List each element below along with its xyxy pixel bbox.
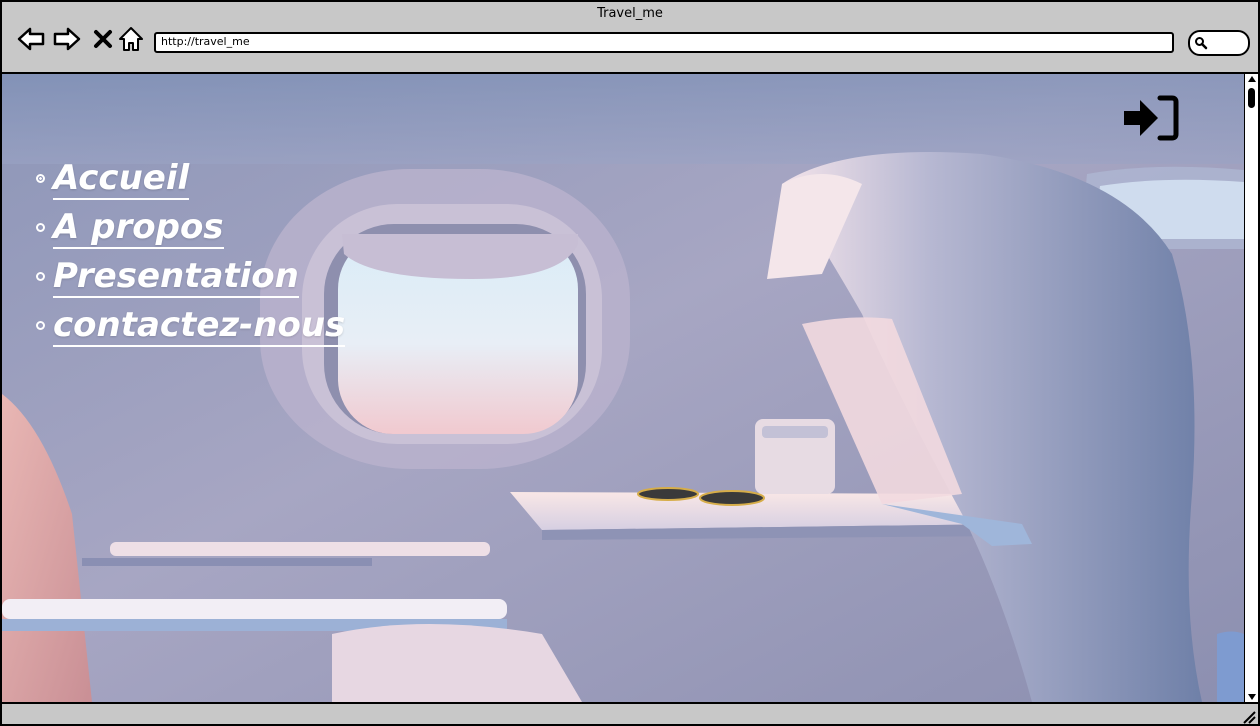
status-bar (2, 702, 1258, 724)
login-button[interactable] (1122, 94, 1180, 146)
stop-button[interactable] (88, 22, 118, 56)
sign-in-icon (1124, 95, 1179, 141)
back-icon (17, 27, 45, 51)
nav-link-accueil[interactable]: Accueil (53, 158, 190, 200)
resize-grip-icon[interactable] (1242, 710, 1256, 724)
scroll-thumb[interactable] (1248, 88, 1255, 108)
nav-item-contactez-nous: contactez-nous (36, 301, 346, 350)
vertical-scrollbar[interactable] (1244, 74, 1258, 702)
browser-titlebar: Travel_me http://travel_me (2, 2, 1258, 74)
nav-link-contactez-nous[interactable]: contactez-nous (53, 305, 346, 347)
radio-bullet-selected[interactable] (36, 174, 45, 183)
close-icon (94, 30, 112, 48)
window-title: Travel_me (597, 6, 663, 21)
browser-search-field[interactable] (1188, 30, 1250, 56)
radio-bullet[interactable] (36, 321, 45, 330)
address-bar-url: http://travel_me (161, 35, 250, 48)
nav-link-presentation[interactable]: Presentation (53, 256, 299, 298)
search-icon (1195, 37, 1208, 50)
address-bar[interactable]: http://travel_me (154, 32, 1174, 53)
page-viewport: Accueil A propos Presentation contactez-… (2, 74, 1244, 702)
forward-button[interactable] (52, 22, 82, 56)
nav-link-a-propos[interactable]: A propos (53, 207, 224, 249)
back-button[interactable] (16, 22, 46, 56)
scroll-down-arrow-icon[interactable] (1247, 692, 1257, 702)
radio-bullet[interactable] (36, 272, 45, 281)
scroll-up-arrow-icon[interactable] (1247, 74, 1257, 84)
nav-item-a-propos: A propos (36, 203, 345, 252)
browser-window: Travel_me http://travel_me Accueil A pro… (0, 0, 1260, 726)
forward-icon (53, 27, 81, 51)
home-icon (119, 27, 143, 51)
nav-item-accueil: Accueil (36, 154, 345, 203)
main-nav: Accueil A propos Presentation contactez-… (36, 154, 346, 350)
home-button[interactable] (116, 22, 146, 56)
nav-item-presentation: Presentation (36, 252, 345, 301)
radio-bullet[interactable] (36, 223, 45, 232)
